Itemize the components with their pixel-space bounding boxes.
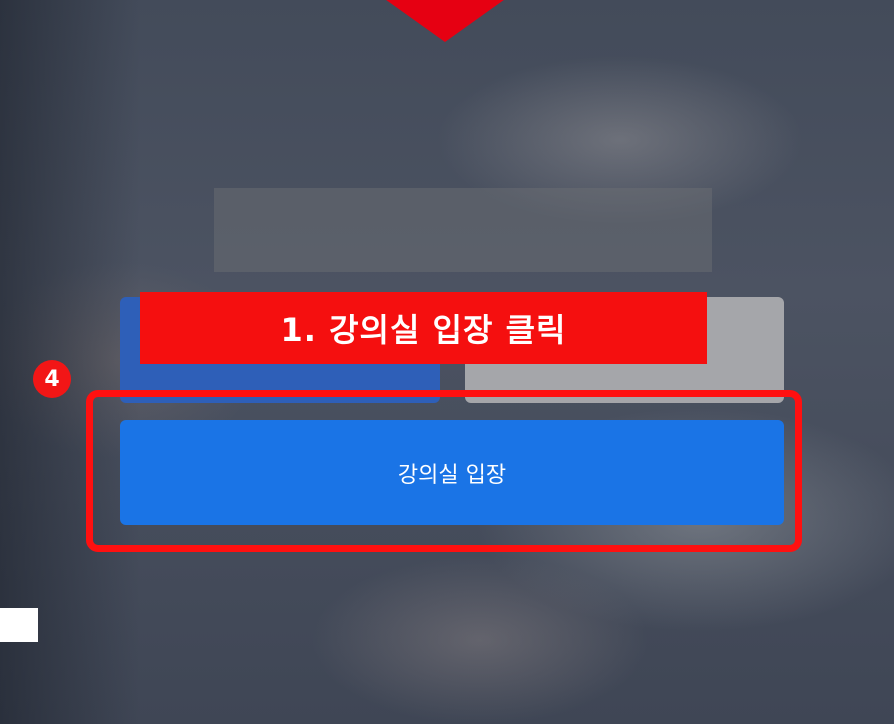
arrow-down-icon	[375, 0, 515, 42]
blurred-area	[214, 188, 712, 272]
step-badge: 4	[33, 360, 71, 398]
white-block	[0, 608, 38, 642]
highlight-box	[86, 390, 802, 552]
tutorial-callout: 1. 강의실 입장 클릭	[140, 292, 707, 364]
